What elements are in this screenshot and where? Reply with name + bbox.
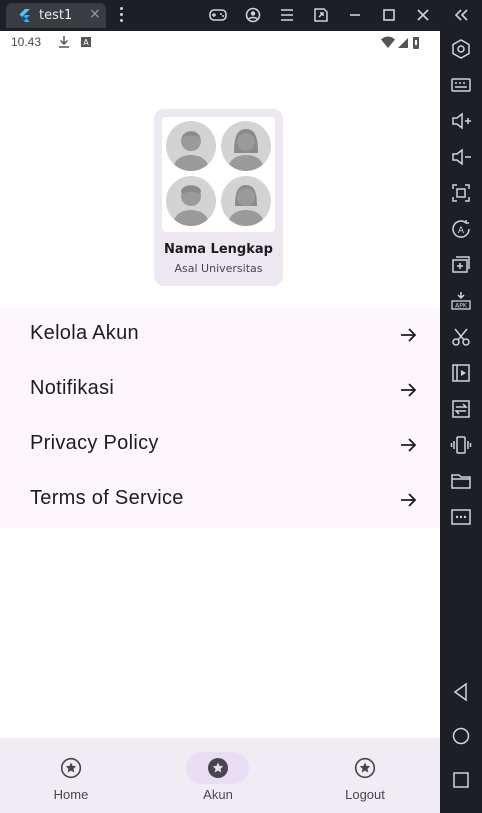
nav-label-logout: Logout xyxy=(345,787,385,802)
media-player-icon[interactable] xyxy=(450,362,472,384)
close-icon[interactable] xyxy=(412,5,434,25)
menu-item-kelola-akun[interactable]: Kelola Akun xyxy=(0,308,440,363)
star-circle-icon xyxy=(354,757,376,779)
cut-icon[interactable] xyxy=(450,326,472,348)
shake-icon[interactable] xyxy=(450,434,472,456)
svg-text:A: A xyxy=(458,226,465,236)
settings-menu: Kelola Akun Notifikasi Privacy Policy Te… xyxy=(0,308,440,528)
expand-screen-icon[interactable] xyxy=(310,5,332,25)
more-options-icon[interactable] xyxy=(116,6,126,24)
minimize-icon[interactable] xyxy=(344,5,366,25)
flutter-logo-icon xyxy=(19,9,30,22)
avatar-grid xyxy=(162,117,275,232)
volume-down-icon[interactable] xyxy=(450,146,472,168)
nav-item-logout[interactable]: Logout xyxy=(305,738,425,813)
arrow-right-icon xyxy=(401,328,417,342)
star-circle-filled-icon xyxy=(208,758,228,778)
sync-icon[interactable] xyxy=(450,398,472,420)
download-notification-icon: A xyxy=(59,36,91,48)
hamburger-menu-icon[interactable] xyxy=(276,5,298,25)
maximize-icon[interactable] xyxy=(378,5,400,25)
star-circle-icon xyxy=(60,757,82,779)
emulator-sidebar: A APK xyxy=(440,31,482,813)
arrow-right-icon xyxy=(401,493,417,507)
back-icon[interactable] xyxy=(450,681,472,703)
menu-item-privacy-policy[interactable]: Privacy Policy xyxy=(0,418,440,473)
tab-title: test1 xyxy=(39,8,73,23)
menu-item-label: Kelola Akun xyxy=(30,322,139,344)
status-bar: 10.43 A xyxy=(0,31,440,55)
svg-text:APK: APK xyxy=(455,303,468,310)
tab-close-icon[interactable]: × xyxy=(89,6,101,22)
phone-screen: 10.43 A Nama Lengkap Asal Universitas Ke… xyxy=(0,31,440,813)
profile-university: Asal Universitas xyxy=(174,262,263,275)
folder-icon[interactable] xyxy=(450,470,472,492)
account-icon[interactable] xyxy=(242,5,264,25)
avatar-female-icon xyxy=(221,121,271,171)
rotate-icon[interactable]: A xyxy=(450,218,472,240)
keyboard-icon[interactable] xyxy=(450,74,472,96)
arrow-right-icon xyxy=(401,383,417,397)
status-time: 10.43 xyxy=(11,35,42,49)
apk-install-icon[interactable]: APK xyxy=(450,290,472,312)
arrow-right-icon xyxy=(401,438,417,452)
nav-item-home[interactable]: Home xyxy=(11,738,131,813)
menu-item-label: Notifikasi xyxy=(30,377,115,399)
avatar-female-icon xyxy=(221,176,271,226)
home-icon[interactable] xyxy=(450,725,472,747)
menu-item-terms-of-service[interactable]: Terms of Service xyxy=(0,473,440,528)
nav-item-akun[interactable]: Akun xyxy=(158,738,278,813)
collapse-sidebar-icon[interactable] xyxy=(450,5,472,25)
gamepad-icon[interactable] xyxy=(207,5,229,25)
settings-icon[interactable] xyxy=(450,38,472,60)
recents-icon[interactable] xyxy=(450,769,472,791)
menu-item-label: Terms of Service xyxy=(30,487,184,509)
profile-card: Nama Lengkap Asal Universitas xyxy=(154,109,283,286)
emulator-title-bar: test1 × xyxy=(0,0,482,31)
window-tab[interactable]: test1 × xyxy=(6,3,106,28)
nav-label-akun: Akun xyxy=(203,787,233,802)
more-icon[interactable] xyxy=(450,506,472,528)
avatar-male-icon xyxy=(166,176,216,226)
volume-up-icon[interactable] xyxy=(450,110,472,132)
signal-battery-icons xyxy=(381,36,419,49)
profile-name: Nama Lengkap xyxy=(164,242,273,257)
add-window-icon[interactable] xyxy=(450,254,472,276)
avatar-male-icon xyxy=(166,121,216,171)
menu-item-notifikasi[interactable]: Notifikasi xyxy=(0,363,440,418)
screenshot-icon[interactable] xyxy=(450,182,472,204)
bottom-navigation-bar: Home Akun Logout xyxy=(0,738,440,813)
menu-item-label: Privacy Policy xyxy=(30,432,159,454)
nav-label-home: Home xyxy=(53,787,89,802)
svg-text:A: A xyxy=(83,38,89,47)
